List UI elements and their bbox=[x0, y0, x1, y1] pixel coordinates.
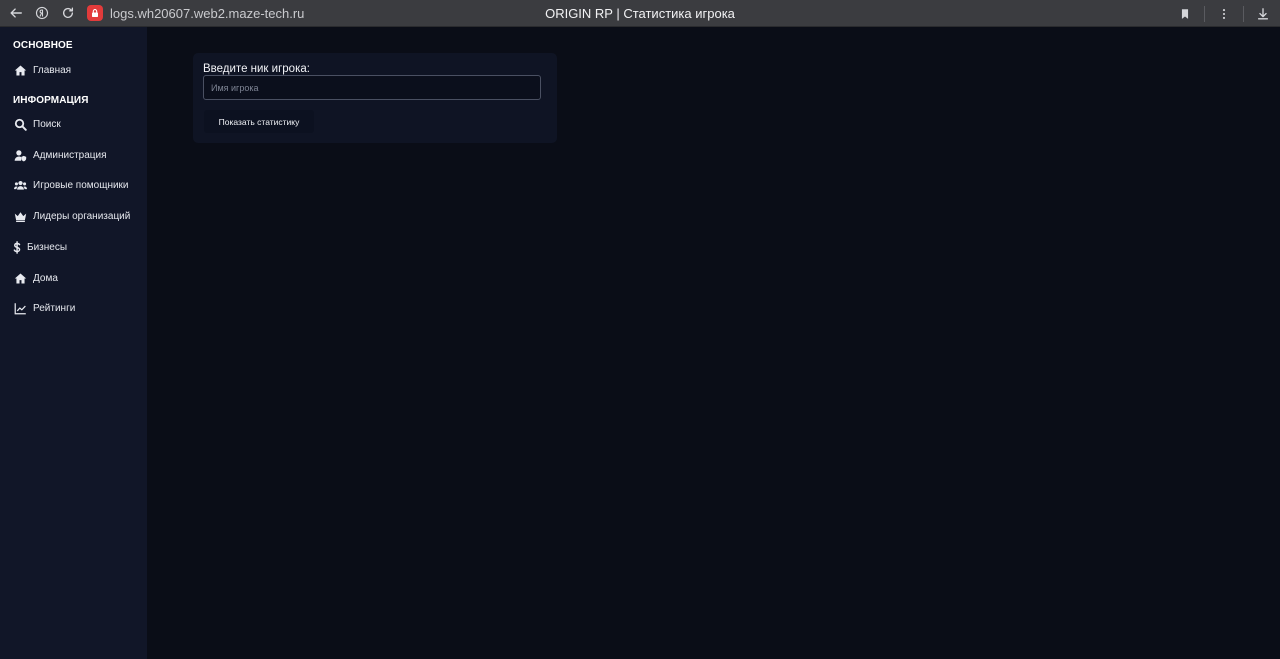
download-icon bbox=[1257, 7, 1269, 19]
sidebar-item-search[interactable]: Поиск bbox=[13, 115, 143, 133]
sidebar-item-home[interactable]: Главная bbox=[13, 61, 143, 79]
dollar-icon bbox=[13, 240, 21, 254]
home-icon bbox=[13, 271, 27, 285]
arrow-left-icon bbox=[10, 8, 22, 18]
sidebar-item-label: Лидеры организаций bbox=[33, 210, 131, 222]
menu-button[interactable] bbox=[1211, 0, 1237, 27]
chart-line-icon bbox=[13, 301, 27, 315]
sidebar-item-label: Игровые помощники bbox=[33, 179, 129, 191]
sidebar: ОСНОВНОЕ Главная ИНФОРМАЦИЯ Поиск Админи… bbox=[0, 27, 147, 659]
user-shield-icon bbox=[13, 148, 27, 162]
more-vertical-icon bbox=[1222, 8, 1226, 19]
home-icon bbox=[13, 63, 27, 77]
browser-toolbar: logs.wh20607.web2.maze-tech.ru ORIGIN RP… bbox=[0, 0, 1280, 27]
site-security-badge[interactable] bbox=[87, 5, 103, 21]
sidebar-section-main: ОСНОВНОЕ bbox=[13, 40, 73, 51]
bookmark-icon bbox=[1181, 8, 1189, 19]
sidebar-item-label: Бизнесы bbox=[27, 241, 68, 253]
sidebar-item-game-helpers[interactable]: Игровые помощники bbox=[13, 176, 143, 194]
sidebar-item-label: Рейтинги bbox=[33, 302, 76, 314]
sidebar-item-org-leaders[interactable]: Лидеры организаций bbox=[13, 207, 143, 225]
crown-icon bbox=[13, 209, 27, 223]
sidebar-item-ratings[interactable]: Рейтинги bbox=[13, 299, 143, 317]
yandex-button[interactable] bbox=[29, 0, 55, 27]
bookmark-button[interactable] bbox=[1172, 0, 1198, 27]
sidebar-item-houses[interactable]: Дома bbox=[13, 269, 143, 287]
downloads-button[interactable] bbox=[1250, 0, 1276, 27]
yandex-icon bbox=[35, 6, 49, 20]
search-icon bbox=[13, 117, 27, 131]
sidebar-section-info: ИНФОРМАЦИЯ bbox=[13, 95, 89, 106]
toolbar-divider bbox=[1204, 5, 1205, 22]
toolbar-divider bbox=[1243, 5, 1244, 22]
player-search-card: Введите ник игрока: Показать статистику bbox=[193, 53, 557, 143]
address-bar[interactable]: logs.wh20607.web2.maze-tech.ru bbox=[110, 6, 350, 21]
lock-icon bbox=[92, 9, 98, 17]
player-name-input[interactable] bbox=[203, 75, 541, 100]
sidebar-item-administration[interactable]: Администрация bbox=[13, 146, 143, 164]
sidebar-item-label: Поиск bbox=[33, 118, 61, 130]
reload-button[interactable] bbox=[55, 0, 81, 27]
sidebar-item-businesses[interactable]: Бизнесы bbox=[13, 238, 143, 256]
show-stats-button[interactable]: Показать статистику bbox=[204, 110, 314, 133]
sidebar-item-label: Главная bbox=[33, 64, 72, 76]
sidebar-item-label: Администрация bbox=[33, 149, 107, 161]
users-icon bbox=[13, 178, 27, 192]
back-button[interactable] bbox=[3, 0, 29, 27]
nickname-label: Введите ник игрока: bbox=[203, 63, 310, 75]
sidebar-item-label: Дома bbox=[33, 272, 58, 284]
reload-icon bbox=[62, 7, 74, 18]
